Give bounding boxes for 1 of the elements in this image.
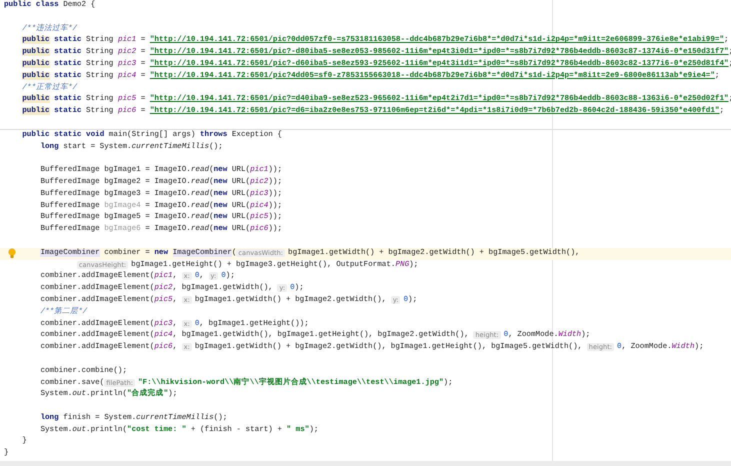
- lightbulb-icon[interactable]: [8, 248, 16, 259]
